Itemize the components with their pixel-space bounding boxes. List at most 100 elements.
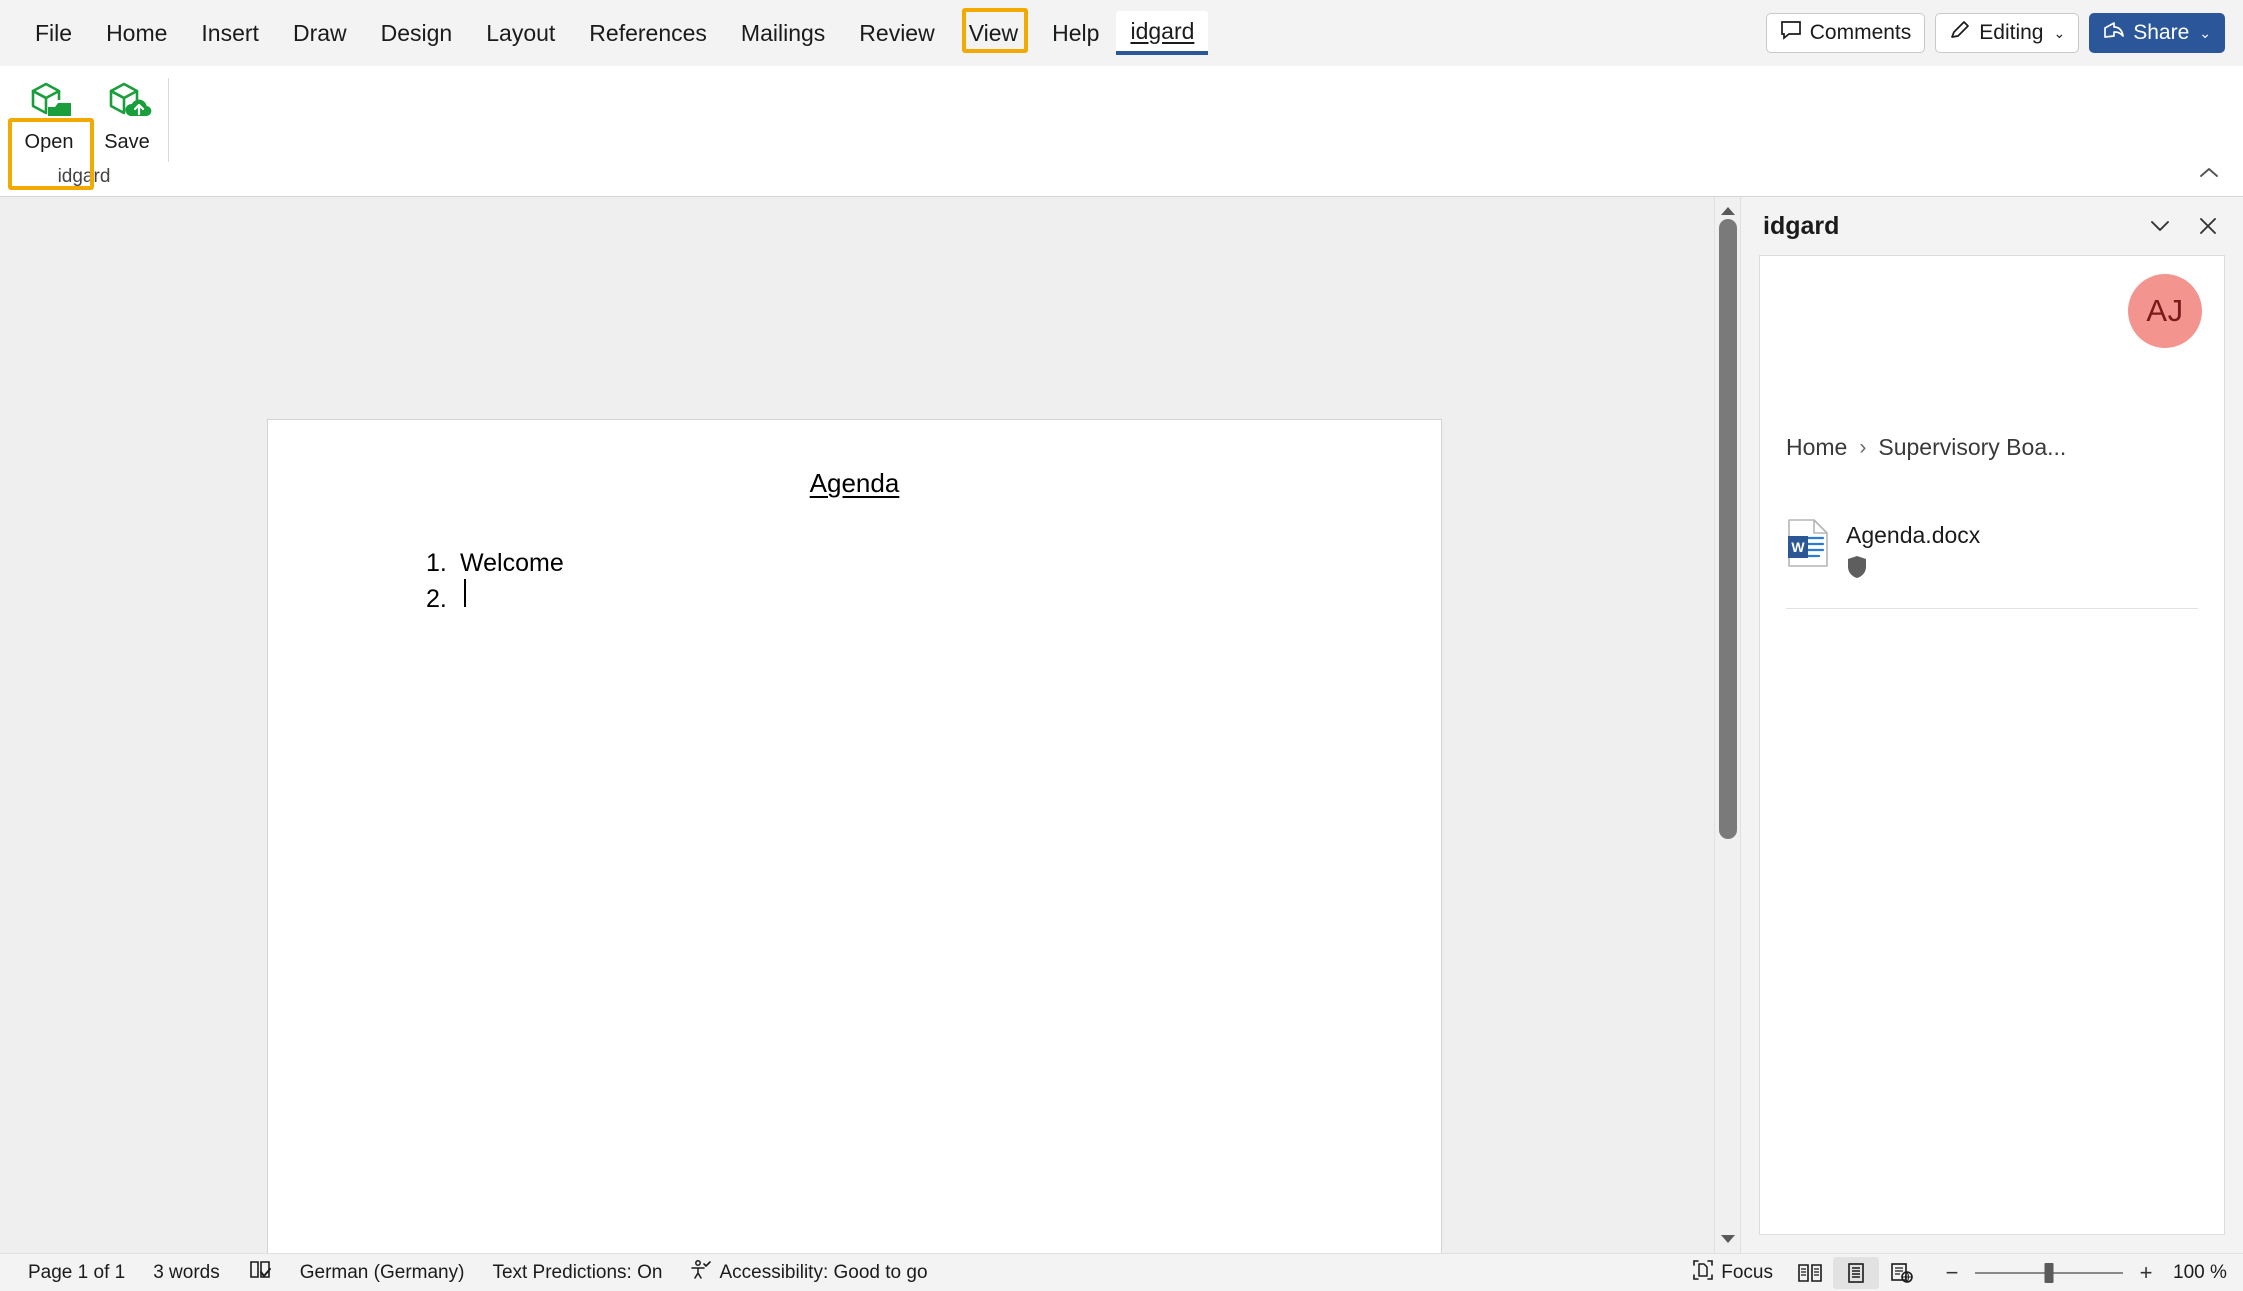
breadcrumb: Home › Supervisory Boa... [1786, 434, 2066, 461]
status-proofing[interactable] [234, 1257, 286, 1289]
status-accessibility-label: Accessibility: Good to go [719, 1261, 928, 1283]
editing-mode-button[interactable]: Editing ⌄ [1935, 13, 2080, 53]
status-text-predictions-label: Text Predictions: On [492, 1261, 663, 1283]
zoom-control: − + [1925, 1260, 2167, 1286]
open-button[interactable]: Open [12, 72, 86, 158]
tab-review[interactable]: Review [842, 10, 951, 56]
document-vertical-scrollbar[interactable] [1714, 197, 1740, 1253]
breadcrumb-item-folder[interactable]: Supervisory Boa... [1878, 434, 2066, 461]
text-cursor [464, 579, 466, 607]
comment-icon [1780, 20, 1802, 46]
comments-label: Comments [1809, 21, 1912, 44]
file-name: Agenda.docx [1846, 522, 1981, 548]
tab-label: File [35, 20, 73, 46]
word-application-window: File Home Insert Draw Design Layout Refe… [0, 0, 2243, 1291]
tab-idgard[interactable]: idgard [1116, 11, 1209, 55]
tab-mailings[interactable]: Mailings [724, 10, 842, 56]
status-page-number[interactable]: Page 1 of 1 [14, 1257, 139, 1289]
zoom-slider-thumb[interactable] [2044, 1262, 2054, 1283]
ribbon-group-idgard: Open Save idgard [0, 66, 168, 196]
tab-label: Home [106, 20, 168, 46]
open-button-label: Open [24, 131, 74, 153]
ribbon-tabs: File Home Insert Draw Design Layout Refe… [0, 0, 1209, 66]
tab-draw[interactable]: Draw [276, 10, 364, 56]
share-icon [2103, 20, 2125, 46]
comments-button[interactable]: Comments [1765, 13, 1926, 53]
document-page[interactable]: Agenda 1. Welcome 2. [267, 419, 1442, 1253]
list-item: 2. [426, 579, 564, 615]
status-text-predictions[interactable]: Text Predictions: On [478, 1257, 676, 1289]
tab-label: Design [380, 20, 453, 46]
tab-label: idgard [1130, 18, 1195, 44]
user-avatar[interactable]: AJ [2128, 274, 2202, 348]
tab-label: References [589, 20, 707, 46]
tab-file[interactable]: File [18, 10, 89, 56]
tab-help[interactable]: Help [1035, 10, 1116, 56]
breadcrumb-item-home[interactable]: Home [1786, 434, 1847, 461]
tab-label: Insert [201, 20, 259, 46]
tab-label: Help [1052, 20, 1100, 46]
document-heading: Agenda [809, 468, 900, 498]
share-button[interactable]: Share ⌄ [2089, 13, 2225, 53]
titlebar-actions: Comments Editing ⌄ Share ⌄ [1765, 13, 2243, 53]
task-pane-collapse-button[interactable] [2139, 206, 2181, 246]
zoom-slider[interactable] [1975, 1262, 2123, 1283]
view-web-layout-button[interactable] [1879, 1257, 1925, 1289]
svg-text:W: W [1791, 539, 1805, 555]
file-list-item[interactable]: W Agenda.docx [1786, 518, 2198, 609]
tab-references[interactable]: References [572, 10, 724, 56]
scrollbar-thumb[interactable] [1719, 219, 1737, 839]
tab-design[interactable]: Design [364, 10, 470, 56]
tab-label: Review [859, 20, 935, 46]
breadcrumb-separator-icon: › [1859, 435, 1867, 459]
zoom-in-button[interactable]: + [2137, 1260, 2155, 1286]
share-label: Share [2133, 21, 2190, 44]
status-bar-right: Focus − + 100 % [1678, 1256, 2227, 1289]
tab-insert[interactable]: Insert [184, 10, 276, 56]
idgard-task-pane: idgard AJ Home › Supervisory Boa... W Ag… [1740, 197, 2243, 1253]
view-print-layout-button[interactable] [1833, 1256, 1879, 1289]
ribbon-group-items: Open Save [0, 72, 168, 158]
task-pane-close-button[interactable] [2187, 206, 2229, 246]
chevron-down-icon [2151, 221, 2169, 231]
accessibility-icon [690, 1259, 712, 1287]
ribbon: Open Save idgard [0, 66, 2243, 197]
list-item-number: 2. [426, 585, 447, 613]
ribbon-collapse-button[interactable] [2189, 158, 2229, 188]
list-item: 1. Welcome [426, 547, 564, 579]
application-body: Agenda 1. Welcome 2. idgard AJ Home › Su… [0, 197, 2243, 1253]
status-page-number-label: Page 1 of 1 [28, 1261, 126, 1283]
chevron-up-icon [2200, 168, 2218, 177]
list-item-text: Welcome [460, 549, 564, 577]
chevron-down-icon: ⌄ [2053, 25, 2066, 41]
tab-layout[interactable]: Layout [469, 10, 572, 56]
focus-mode-button[interactable]: Focus [1678, 1257, 1787, 1289]
document-numbered-list: 1. Welcome 2. [426, 547, 564, 615]
tab-label: Draw [292, 20, 347, 46]
pencil-icon [1949, 19, 1971, 47]
ribbon-group-separator [168, 78, 169, 162]
view-read-mode-button[interactable] [1787, 1257, 1833, 1289]
close-icon [2200, 218, 2216, 234]
document-canvas: Agenda 1. Welcome 2. [0, 197, 1740, 1253]
word-document-icon: W [1786, 518, 1830, 573]
tab-home[interactable]: Home [89, 10, 184, 56]
zoom-out-button[interactable]: − [1943, 1260, 1961, 1286]
status-language[interactable]: German (Germany) [286, 1257, 479, 1289]
ribbon-group-label: idgard [57, 166, 111, 187]
status-word-count[interactable]: 3 words [139, 1257, 234, 1289]
task-pane-content: AJ Home › Supervisory Boa... W Agenda.do… [1759, 255, 2225, 1235]
status-accessibility[interactable]: Accessibility: Good to go [676, 1257, 941, 1289]
status-word-count-label: 3 words [153, 1261, 220, 1283]
editing-label: Editing [1979, 21, 2044, 44]
list-item-number: 1. [426, 549, 447, 577]
save-button[interactable]: Save [90, 72, 164, 158]
box-save-cloud-icon [102, 78, 152, 129]
file-meta: Agenda.docx [1846, 518, 1980, 584]
task-pane-header-buttons [2139, 206, 2229, 246]
task-pane-title: idgard [1763, 211, 1840, 240]
tab-view[interactable]: View [952, 10, 1035, 56]
scroll-down-arrow-icon[interactable] [1715, 1227, 1740, 1251]
tab-label: Layout [486, 20, 556, 46]
zoom-level-label[interactable]: 100 % [2167, 1262, 2227, 1284]
